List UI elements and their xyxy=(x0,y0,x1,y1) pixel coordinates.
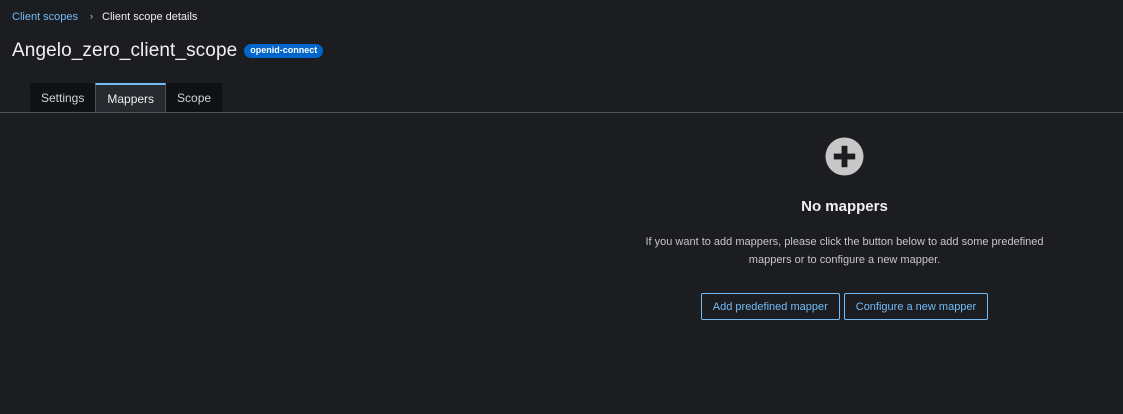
configure-new-mapper-button[interactable]: Configure a new mapper xyxy=(843,293,989,320)
empty-state-title: No mappers xyxy=(801,198,888,215)
add-predefined-mapper-button[interactable]: Add predefined mapper xyxy=(700,293,840,320)
breadcrumb-client-scopes-link[interactable]: Client scopes xyxy=(12,11,78,23)
tab-mappers[interactable]: Mappers xyxy=(95,83,167,112)
breadcrumb-current: Client scope details xyxy=(102,11,198,23)
empty-state-actions: Add predefined mapper Configure a new ma… xyxy=(572,293,1117,320)
page-title: Angelo_zero_client_scope xyxy=(12,40,238,61)
tab-scope[interactable]: Scope xyxy=(166,83,223,112)
title-row: Angelo_zero_client_scope openid-connect xyxy=(12,40,324,62)
protocol-badge: openid-connect xyxy=(244,44,324,58)
breadcrumb: Client scopes › Client scope details xyxy=(12,11,197,23)
plus-circle-icon xyxy=(825,137,864,176)
empty-state-body: If you want to add mappers, please click… xyxy=(645,236,1044,266)
chevron-right-icon: › xyxy=(90,11,94,21)
empty-state: No mappers If you want to add mappers, p… xyxy=(572,137,1117,320)
tabs-divider xyxy=(0,112,1123,113)
tab-settings[interactable]: Settings xyxy=(30,83,96,112)
client-scope-details-page: Client scopes › Client scope details Ang… xyxy=(0,0,1123,414)
tab-list: Settings Mappers Scope xyxy=(30,83,223,112)
